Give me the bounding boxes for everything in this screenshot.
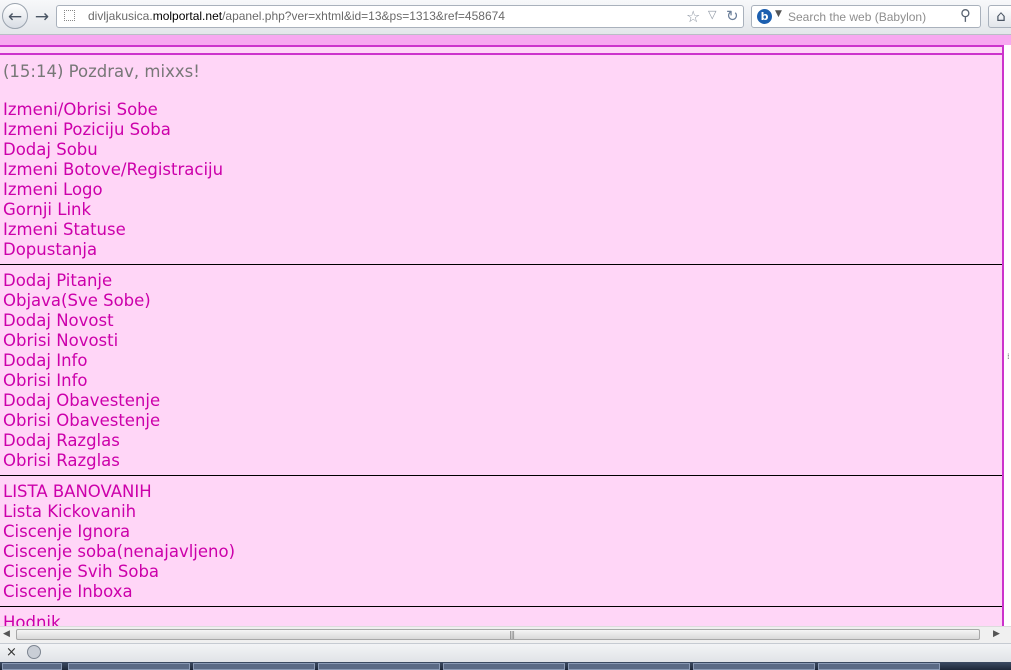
taskbar-item[interactable]	[443, 663, 565, 670]
menu-link[interactable]: Obrisi Obavestenje	[3, 411, 160, 431]
os-taskbar	[0, 662, 1011, 670]
menu-link[interactable]: Gornji Link	[3, 200, 223, 220]
home-button[interactable]: ⌂	[988, 5, 1011, 28]
history-dropdown-icon[interactable]: ▽	[708, 8, 716, 21]
scroll-right-arrow-icon[interactable]: ▶	[993, 629, 1000, 639]
menu-link[interactable]: Izmeni/Obrisi Sobe	[3, 100, 223, 120]
menu-link[interactable]: Obrisi Info	[3, 371, 160, 391]
taskbar-item[interactable]	[568, 663, 690, 670]
divider	[0, 606, 1002, 607]
menu-group-rooms: Izmeni/Obrisi Sobe Izmeni Poziciju Soba …	[3, 100, 223, 260]
menu-link[interactable]: Dodaj Pitanje	[3, 271, 160, 291]
taskbar-item[interactable]	[318, 663, 440, 670]
url-text[interactable]: divljakusica.molportal.net/apanel.php?ve…	[88, 9, 505, 23]
menu-link[interactable]: Dodaj Obavestenje	[3, 391, 160, 411]
menu-link[interactable]: Obrisi Razglas	[3, 451, 160, 471]
taskbar-item[interactable]	[193, 663, 315, 670]
page-top-strip	[0, 35, 1011, 45]
microphone-icon[interactable]	[27, 645, 41, 659]
taskbar-item[interactable]	[68, 663, 190, 670]
menu-link[interactable]: Lista Kickovanih	[3, 502, 235, 522]
taskbar-item[interactable]	[693, 663, 815, 670]
back-button[interactable]: ←	[2, 3, 28, 29]
scroll-left-arrow-icon[interactable]: ◀	[3, 629, 10, 639]
search-input[interactable]: Search the web (Babylon)	[788, 10, 926, 24]
search-bar[interactable]: b ▼ Search the web (Babylon) ⚲	[751, 5, 981, 28]
addon-bar: ×	[0, 643, 1011, 662]
menu-link[interactable]: Ciscenje Svih Soba	[3, 562, 235, 582]
menu-link[interactable]: Ciscenje Inboxa	[3, 582, 235, 602]
horizontal-scrollbar[interactable]: ◀ ||| ▶	[0, 626, 1011, 643]
resize-grip-icon[interactable]: ⁞	[1007, 352, 1011, 362]
forward-button[interactable]: →	[30, 5, 54, 29]
scrollbar-grip-icon: |||	[509, 630, 515, 639]
menu-link[interactable]: Hodnik	[3, 613, 61, 626]
close-icon[interactable]: ×	[6, 645, 17, 660]
bookmark-star-icon[interactable]: ☆	[686, 7, 700, 26]
taskbar-item[interactable]	[818, 663, 940, 670]
menu-link[interactable]: Ciscenje soba(nenajavljeno)	[3, 542, 235, 562]
menu-link[interactable]: Dodaj Novost	[3, 311, 160, 331]
menu-group-news: Dodaj Pitanje Objava(Sve Sobe) Dodaj Nov…	[3, 271, 160, 471]
menu-link[interactable]: Dopustanja	[3, 240, 223, 260]
greeting-text: (15:14) Pozdrav, mixxs!	[3, 62, 200, 81]
menu-group-moderation: LISTA BANOVANIH Lista Kickovanih Ciscenj…	[3, 482, 235, 602]
scrollbar-thumb[interactable]: |||	[16, 629, 980, 640]
divider	[0, 264, 1002, 265]
search-icon[interactable]: ⚲	[960, 6, 971, 24]
search-engine-dropdown-icon[interactable]: ▼	[775, 9, 782, 19]
menu-link[interactable]: Dodaj Sobu	[3, 140, 223, 160]
menu-link[interactable]: Izmeni Botove/Registraciju	[3, 160, 223, 180]
taskbar-item[interactable]	[2, 663, 62, 670]
divider	[0, 475, 1002, 476]
address-bar[interactable]: divljakusica.molportal.net/apanel.php?ve…	[56, 5, 744, 28]
menu-link[interactable]: Dodaj Razglas	[3, 431, 160, 451]
menu-link[interactable]: LISTA BANOVANIH	[3, 482, 235, 502]
browser-toolbar: ← → divljakusica.molportal.net/apanel.ph…	[0, 0, 1011, 35]
admin-panel: (15:14) Pozdrav, mixxs! Izmeni/Obrisi So…	[0, 45, 1004, 626]
menu-link[interactable]: Ciscenje Ignora	[3, 522, 235, 542]
menu-link[interactable]: Izmeni Statuse	[3, 220, 223, 240]
menu-link[interactable]: Izmeni Logo	[3, 180, 223, 200]
menu-link[interactable]: Objava(Sve Sobe)	[3, 291, 160, 311]
page-viewport: (15:14) Pozdrav, mixxs! Izmeni/Obrisi So…	[0, 35, 1011, 626]
menu-link[interactable]: Izmeni Poziciju Soba	[3, 120, 223, 140]
menu-link[interactable]: Obrisi Novosti	[3, 331, 160, 351]
site-identity-icon[interactable]	[64, 10, 75, 21]
reload-icon[interactable]: ↻	[726, 7, 739, 25]
search-engine-icon[interactable]: b	[757, 9, 772, 24]
panel-top-border	[0, 53, 1002, 55]
menu-group-misc: Hodnik	[3, 613, 61, 626]
menu-link[interactable]: Dodaj Info	[3, 351, 160, 371]
